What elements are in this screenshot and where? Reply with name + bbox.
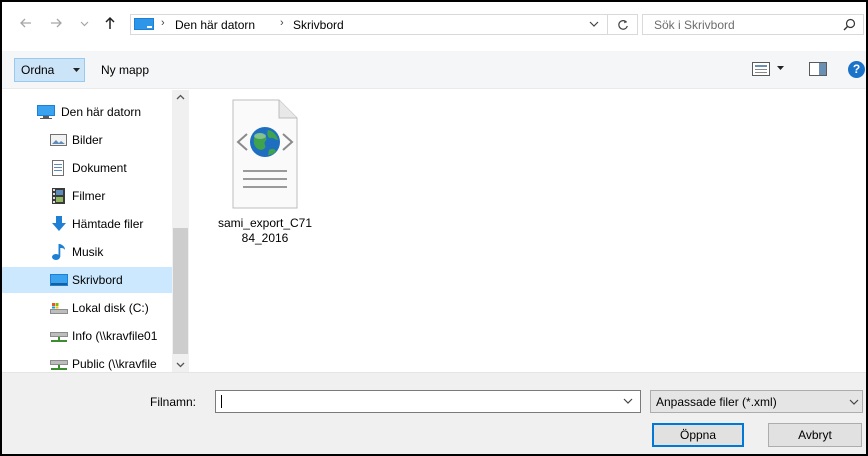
arrow-up-icon: [105, 16, 115, 29]
scroll-down-icon[interactable]: [176, 362, 185, 368]
file-name: sami_export_C7184_2016: [217, 216, 313, 245]
scroll-up-icon[interactable]: [176, 94, 185, 100]
breadcrumb-separator: ›: [161, 17, 165, 29]
chevron-down-icon[interactable]: [623, 398, 633, 405]
computer-icon: [37, 105, 55, 119]
filename-label: Filnamn:: [150, 395, 197, 409]
nav-item-label: Hämtade filer: [72, 217, 144, 231]
chevron-down-icon: [849, 399, 859, 405]
breadcrumb-this-pc[interactable]: Den här datorn: [175, 18, 255, 32]
downloads-icon: [52, 216, 66, 231]
search-input[interactable]: [643, 15, 833, 34]
dialog-footer: Filnamn: Anpassade filer (*.xml) Öppna A…: [2, 372, 866, 454]
nav-item-label: Lokal disk (C:): [72, 301, 149, 315]
nav-item-documents[interactable]: Dokument: [2, 155, 172, 181]
search-box[interactable]: [642, 14, 864, 35]
breadcrumb-separator: ›: [280, 17, 284, 29]
nav-item-this-pc[interactable]: Den här datorn: [2, 99, 172, 125]
filetype-label: Anpassade filer (*.xml): [656, 395, 777, 409]
breadcrumb-desktop[interactable]: Skrivbord: [293, 18, 344, 32]
new-folder-button[interactable]: Ny mapp: [95, 59, 155, 81]
caret-down-icon: [73, 68, 80, 72]
help-button[interactable]: ?: [848, 61, 865, 78]
preview-pane-icon[interactable]: [809, 62, 827, 76]
nav-item-label: Musik: [72, 245, 104, 259]
refresh-icon: [618, 20, 628, 30]
file-list: sami_export_C7184_2016: [189, 90, 866, 372]
open-button[interactable]: Öppna: [652, 423, 744, 447]
xml-file-icon: [232, 99, 298, 209]
up-button[interactable]: [102, 16, 118, 32]
videos-icon: [52, 188, 65, 204]
nav-item-label: Info (\\kravfile01: [72, 329, 158, 343]
nav-item-pictures[interactable]: Bilder: [2, 127, 172, 153]
chevron-down-icon[interactable]: [589, 19, 599, 29]
refresh-button[interactable]: [608, 14, 638, 35]
nav-item-label: Dokument: [72, 161, 127, 175]
arrow-right-icon: [51, 18, 62, 28]
search-icon[interactable]: [843, 18, 856, 31]
nav-item-label: Bilder: [72, 133, 103, 147]
back-button[interactable]: [18, 16, 34, 32]
organize-label: Ordna: [21, 63, 55, 77]
address-bar[interactable]: › Den här datorn › Skrivbord: [130, 14, 608, 35]
navigation-pane: Den här datorn Bilder Dokument Filmer Hä…: [2, 90, 189, 372]
music-icon: [52, 244, 65, 260]
nav-item-label: Public (\\kravfile: [72, 357, 157, 371]
network-drive-icon: [50, 360, 68, 370]
nav-item-videos[interactable]: Filmer: [2, 183, 172, 209]
scroll-thumb[interactable]: [173, 228, 188, 354]
nav-item-label: Filmer: [72, 189, 106, 203]
filename-combobox[interactable]: [215, 390, 641, 413]
nav-item-label: Den här datorn: [61, 105, 142, 119]
command-toolbar: Ordna Ny mapp ?: [2, 51, 866, 89]
caret-down-icon[interactable]: [777, 66, 784, 70]
computer-icon: [134, 18, 154, 30]
file-item[interactable]: sami_export_C7184_2016: [217, 98, 312, 258]
filetype-select[interactable]: Anpassade filer (*.xml): [650, 390, 863, 413]
pictures-icon: [50, 134, 67, 146]
cancel-button[interactable]: Avbryt: [768, 423, 862, 447]
local-disk-icon: [50, 303, 68, 314]
nav-item-music[interactable]: Musik: [2, 239, 172, 265]
forward-button[interactable]: [48, 16, 64, 32]
nav-scrollbar[interactable]: [172, 90, 189, 372]
chevron-down-icon: [80, 21, 88, 27]
address-row: › Den här datorn › Skrivbord: [2, 2, 866, 44]
nav-item-downloads[interactable]: Hämtade filer: [2, 211, 172, 237]
network-drive-icon: [50, 332, 68, 342]
recent-locations-button[interactable]: [78, 16, 90, 32]
desktop-icon: [50, 274, 68, 286]
nav-item-label: Skrivbord: [72, 273, 123, 287]
nav-item-desktop[interactable]: Skrivbord: [2, 267, 172, 293]
arrow-left-icon: [20, 18, 31, 28]
view-options-icon[interactable]: [752, 62, 770, 76]
documents-icon: [52, 160, 64, 176]
filename-input[interactable]: [216, 391, 616, 412]
nav-item-network-info[interactable]: Info (\\kravfile01: [2, 323, 172, 349]
text-caret: [221, 395, 222, 408]
nav-item-local-disk[interactable]: Lokal disk (C:): [2, 295, 172, 321]
organize-button[interactable]: Ordna: [14, 58, 85, 82]
open-file-dialog: › Den här datorn › Skrivbord Ordna Ny ma…: [0, 0, 868, 456]
